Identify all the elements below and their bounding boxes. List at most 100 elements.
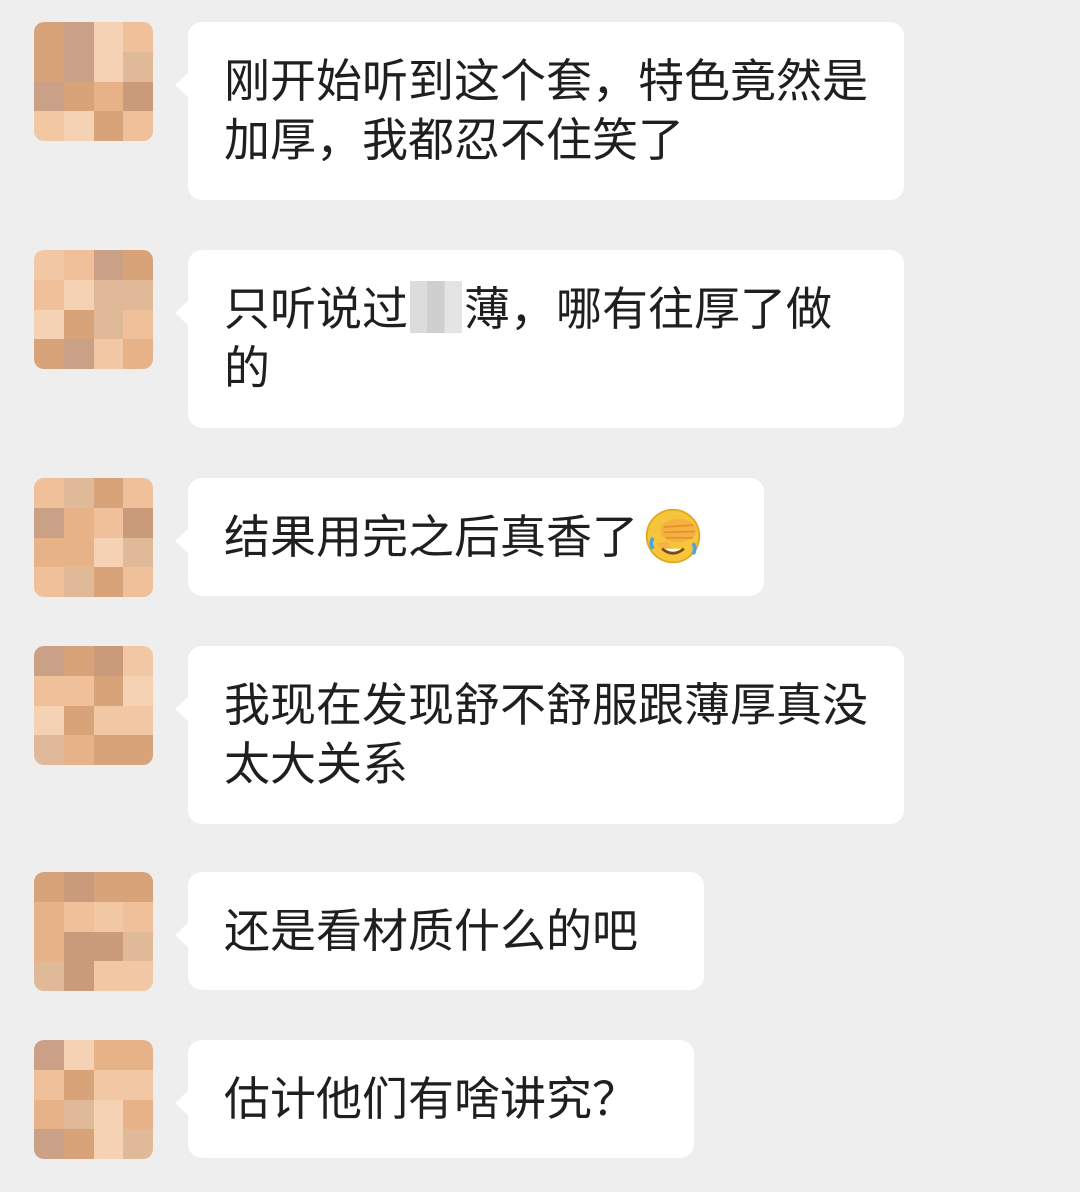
avatar-pixel (34, 1099, 64, 1130)
avatar-pixel (63, 339, 94, 369)
avatar-pixel (63, 507, 94, 538)
message-bubble[interactable]: 还是看材质什么的吧 (175, 872, 704, 990)
avatar-pixel (34, 705, 64, 736)
avatar-pixel (93, 507, 124, 538)
avatar-pixel (34, 567, 64, 597)
avatar-pixel (93, 478, 124, 508)
avatar-pixel (93, 279, 124, 310)
avatar-pixel (63, 111, 94, 141)
avatar-pixel (123, 507, 153, 538)
avatar-pixel (34, 339, 64, 369)
avatar-pixel (34, 51, 64, 82)
avatar-pixel (93, 22, 124, 52)
message-text: 刚开始听到这个套，特色竟然是加厚，我都忍不住笑了 (224, 54, 868, 167)
avatar-pixel (93, 1040, 124, 1070)
avatar-pixel (34, 81, 64, 112)
avatar-pixel (63, 705, 94, 736)
avatar-pixel (93, 1129, 124, 1159)
avatar-pixel (34, 478, 64, 508)
avatar-pixel (123, 111, 153, 141)
avatar-pixel (34, 507, 64, 538)
avatar-pixel (63, 309, 94, 340)
avatar-pixel (34, 111, 64, 141)
avatar-pixel (93, 51, 124, 82)
avatar-pixel (34, 646, 64, 676)
avatar-pixel (123, 537, 153, 568)
avatar-pixel (63, 1129, 94, 1159)
avatar-pixel (123, 51, 153, 82)
message-text-part: 只听说过 (224, 282, 408, 336)
avatar[interactable] (34, 478, 153, 597)
avatar[interactable] (34, 646, 153, 765)
avatar-pixel (63, 735, 94, 765)
avatar-pixel (63, 1040, 94, 1070)
avatar-pixel (34, 1040, 64, 1070)
message-bubble[interactable]: 估计他们有啥讲究？ (175, 1040, 694, 1158)
avatar-pixel (34, 901, 64, 932)
avatar-pixel (34, 1129, 64, 1159)
avatar-pixel (34, 250, 64, 280)
avatar-pixel (93, 872, 124, 902)
message-text: 还是看材质什么的吧 (224, 903, 638, 958)
avatar-pixel (93, 339, 124, 369)
avatar-pixel (34, 675, 64, 706)
avatar-pixel (93, 1069, 124, 1100)
avatar-pixel (63, 478, 94, 508)
avatar-pixel (123, 22, 153, 52)
avatar-pixel (93, 1099, 124, 1130)
avatar-pixel (123, 1040, 153, 1070)
message-bubble[interactable]: 结果用完之后真香了 (175, 478, 764, 596)
avatar-pixel (63, 81, 94, 112)
avatar-pixel (34, 872, 64, 902)
avatar-pixel (34, 22, 64, 52)
avatar-pixel (123, 735, 153, 765)
avatar-pixel (63, 901, 94, 932)
message-text-part: 结果用完之后真香了 (224, 510, 638, 564)
avatar-pixel (123, 1099, 153, 1130)
avatar-pixel (123, 901, 153, 932)
message-bubble[interactable]: 刚开始听到这个套，特色竟然是加厚，我都忍不住笑了 (175, 22, 904, 200)
avatar-pixel (123, 567, 153, 597)
avatar[interactable] (34, 250, 153, 369)
avatar-pixel (63, 931, 94, 962)
avatar-pixel (34, 961, 64, 991)
avatar-pixel (123, 931, 153, 962)
avatar[interactable] (34, 1040, 153, 1159)
message-bubble[interactable]: 我现在发现舒不舒服跟薄厚真没太大关系 (175, 646, 904, 824)
avatar-pixel (63, 22, 94, 52)
avatar-pixel (34, 735, 64, 765)
avatar[interactable] (34, 872, 153, 991)
avatar-pixel (123, 705, 153, 736)
message-text: 只听说过 薄，哪有往厚了做的 (224, 280, 868, 398)
avatar-pixel (63, 51, 94, 82)
face-palm-emoji (645, 508, 701, 564)
avatar-pixel (123, 81, 153, 112)
avatar-pixel (123, 872, 153, 902)
avatar-pixel (123, 309, 153, 340)
avatar[interactable] (34, 22, 153, 141)
chat-window: 刚开始听到这个套，特色竟然是加厚，我都忍不住笑了 只听说过 薄，哪有往厚了做的 结… (0, 0, 1080, 1192)
avatar-pixel (123, 339, 153, 369)
avatar-pixel (93, 675, 124, 706)
avatar-pixel (63, 279, 94, 310)
avatar-pixel (34, 537, 64, 568)
avatar-pixel (63, 675, 94, 706)
avatar-pixel (63, 961, 94, 991)
avatar-pixel (63, 537, 94, 568)
avatar-pixel (93, 309, 124, 340)
avatar-pixel (123, 675, 153, 706)
avatar-pixel (63, 646, 94, 676)
avatar-pixel (34, 309, 64, 340)
avatar-pixel (123, 279, 153, 310)
message-bubble[interactable]: 只听说过 薄，哪有往厚了做的 (175, 250, 904, 428)
avatar-pixel (93, 537, 124, 568)
avatar-pixel (123, 646, 153, 676)
censor-mask (410, 281, 462, 333)
avatar-pixel (63, 872, 94, 902)
avatar-pixel (63, 1099, 94, 1130)
avatar-pixel (93, 901, 124, 932)
avatar-pixel (123, 250, 153, 280)
avatar-pixel (93, 705, 124, 736)
avatar-pixel (34, 279, 64, 310)
avatar-pixel (93, 81, 124, 112)
